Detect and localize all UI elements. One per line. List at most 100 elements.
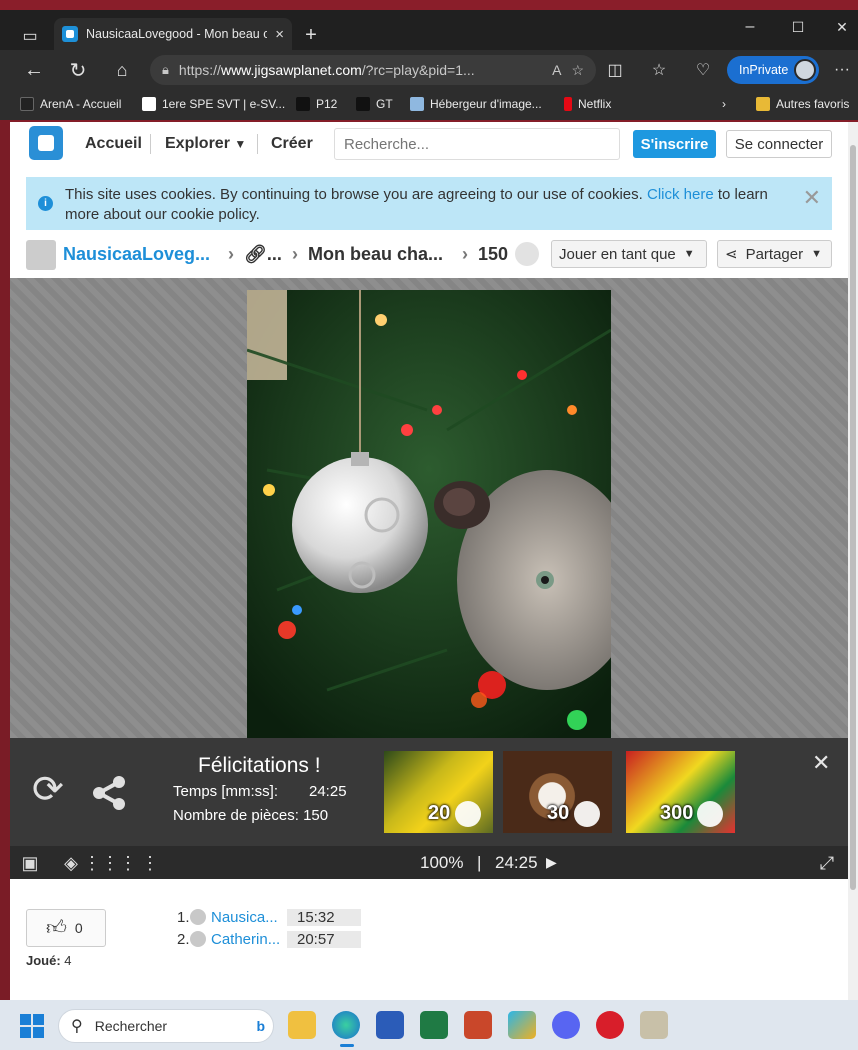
suggested-puzzle-flowers[interactable]: 20 [384, 751, 493, 833]
browser-tab[interactable]: NausicaaLovegood - Mon beau c × [54, 18, 292, 50]
site-search-input[interactable] [334, 128, 620, 160]
scrollbar-thumb[interactable] [850, 145, 856, 890]
like-count: 0 [74, 920, 83, 936]
close-congrats-icon[interactable]: ✕ [812, 750, 830, 776]
player-time: 15:32 [287, 908, 361, 926]
favorite-star-icon[interactable]: ☆ [571, 62, 584, 79]
bookmark-item[interactable]: 1ere SPE SVT | e-SV... [142, 97, 285, 111]
split-screen-icon[interactable]: ◫ [604, 58, 626, 82]
minimize-button[interactable]: – [738, 16, 762, 38]
bookmark-item[interactable]: ArenA - Accueil [20, 97, 121, 111]
bookmark-item[interactable]: P12 [296, 97, 337, 111]
player-name[interactable]: Catherin... [211, 931, 287, 948]
nav-creer[interactable]: Créer [271, 135, 313, 153]
breadcrumb-separator: › [462, 244, 468, 264]
active-app-indicator [340, 1044, 354, 1047]
app-icon[interactable] [640, 1011, 668, 1039]
share-dropdown[interactable]: ⋖ Partager ▼ [717, 240, 832, 268]
browser-essentials-icon[interactable]: ♡ [692, 58, 714, 82]
puzzle-toolbar: ▣ ◈ ⋮⋮⋮ ⋮ 100% | 24:25 ▶ ⤢ [10, 846, 848, 879]
search-icon: ⚲ [71, 1018, 83, 1035]
jigsawplanet-logo[interactable] [29, 126, 63, 160]
photos-icon[interactable] [508, 1011, 536, 1039]
file-explorer-icon[interactable] [288, 1011, 316, 1039]
new-tab-button[interactable]: + [300, 24, 322, 46]
bookmarks-bar: ArenA - Accueil 1ere SPE SVT | e-SV... P… [0, 90, 858, 120]
close-window-button[interactable]: ✕ [830, 16, 854, 38]
word-icon[interactable] [376, 1011, 404, 1039]
address-bar[interactable]: 🔒︎ https://www.jigsawplanet.com/?rc=play… [150, 55, 596, 85]
edge-icon[interactable] [332, 1011, 360, 1039]
maximize-button[interactable]: ☐ [786, 16, 810, 38]
signup-button[interactable]: S'inscrire [633, 130, 716, 158]
nav-divider [150, 134, 151, 154]
tab-close-icon[interactable]: × [275, 26, 284, 43]
bookmark-item[interactable]: Netflix [564, 97, 611, 111]
refresh-icon[interactable]: ↻ [66, 58, 90, 82]
home-icon[interactable]: ⌂ [110, 58, 134, 82]
suggested-puzzle-fans[interactable]: 300 [626, 751, 735, 833]
bing-icon: b [256, 1018, 265, 1034]
breadcrumb-link[interactable]: 🔗︎... [244, 244, 282, 265]
share-icon[interactable] [91, 774, 129, 812]
settings-more-button[interactable]: ··· [830, 58, 854, 82]
ghost-image-icon[interactable]: ◈ [60, 852, 82, 874]
thumbs-up-icon: 👍︎ [46, 917, 67, 939]
zoom-level: 100% [420, 853, 464, 872]
bookmark-item[interactable]: Hébergeur d'image... [410, 97, 542, 111]
url-text: https://www.jigsawplanet.com/?rc=play&pi… [178, 62, 475, 78]
play-icon[interactable]: ▶ [546, 854, 557, 871]
nav-explorer[interactable]: Explorer ▼ [165, 135, 246, 153]
taskbar-search[interactable]: ⚲ Rechercher b [58, 1009, 274, 1043]
player-avatar [190, 909, 206, 925]
replay-icon[interactable]: ⟳ [32, 768, 74, 812]
lock-icon: 🔒︎ [162, 62, 169, 77]
cookie-policy-link[interactable]: Click here [647, 186, 714, 203]
nav-divider [257, 134, 258, 154]
more-options-icon[interactable]: ⋮ [139, 852, 161, 874]
read-aloud-icon[interactable]: A [552, 62, 561, 78]
suggested-piece-count: 20 [428, 802, 451, 824]
image-preview-icon[interactable]: ▣ [19, 852, 41, 874]
other-favorites[interactable]: Autres favoris [756, 97, 849, 111]
cookie-message: This site uses cookies. By continuing to… [65, 186, 768, 223]
toolbar-divider: | [477, 853, 482, 872]
antivirus-icon[interactable] [596, 1011, 624, 1039]
jigsawplanet-favicon-icon [62, 26, 78, 42]
p12-icon [296, 97, 310, 111]
discord-icon[interactable] [552, 1011, 580, 1039]
leaderboard-row: 1. Nausica... 15:32 [177, 908, 361, 926]
excel-icon[interactable] [420, 1011, 448, 1039]
breadcrumb-user[interactable]: NausicaaLoveg... [63, 244, 210, 265]
back-arrow-icon[interactable]: ← [22, 58, 46, 82]
desktop-background [0, 10, 10, 1000]
tab-title: NausicaaLovegood - Mon beau c [86, 27, 268, 41]
puzzle-piece-icon [515, 242, 539, 266]
played-count: Joué: 4 [26, 953, 72, 968]
caret-down-icon: ▼ [234, 137, 247, 151]
nav-accueil[interactable]: Accueil [85, 135, 142, 153]
cat-christmas-tree-photo [247, 290, 611, 738]
image-host-icon [410, 97, 424, 111]
start-button[interactable] [20, 1014, 44, 1038]
suggested-puzzle-coffee[interactable]: 30 [503, 751, 612, 833]
user-avatar[interactable] [26, 240, 56, 270]
tab-actions-icon[interactable]: ▭ [20, 26, 40, 46]
grid-pieces-icon[interactable]: ⋮⋮⋮ [83, 852, 137, 874]
favorites-icon[interactable]: ☆ [648, 58, 670, 82]
fullscreen-icon[interactable]: ⤢ [816, 852, 838, 874]
bookmark-item[interactable]: GT [356, 97, 393, 111]
play-as-dropdown[interactable]: Jouer en tant que ▼ [551, 240, 707, 268]
suggested-piece-count: 300 [660, 802, 694, 824]
close-cookie-icon[interactable]: ✕ [803, 185, 821, 211]
share-icon: ⋖ [725, 246, 738, 263]
completed-puzzle-image [247, 290, 611, 738]
inprivate-badge[interactable]: InPrivate [727, 56, 819, 84]
inprivate-label: InPrivate [739, 63, 789, 77]
powerpoint-icon[interactable] [464, 1011, 492, 1039]
player-name[interactable]: Nausica... [211, 909, 287, 926]
login-button[interactable]: Se connecter [726, 130, 832, 158]
like-button[interactable]: 👍︎ 0 [26, 909, 106, 947]
pieces-label: Nombre de pièces: 150 [173, 807, 329, 824]
bookmarks-overflow-chevron-icon[interactable]: › [722, 97, 726, 111]
